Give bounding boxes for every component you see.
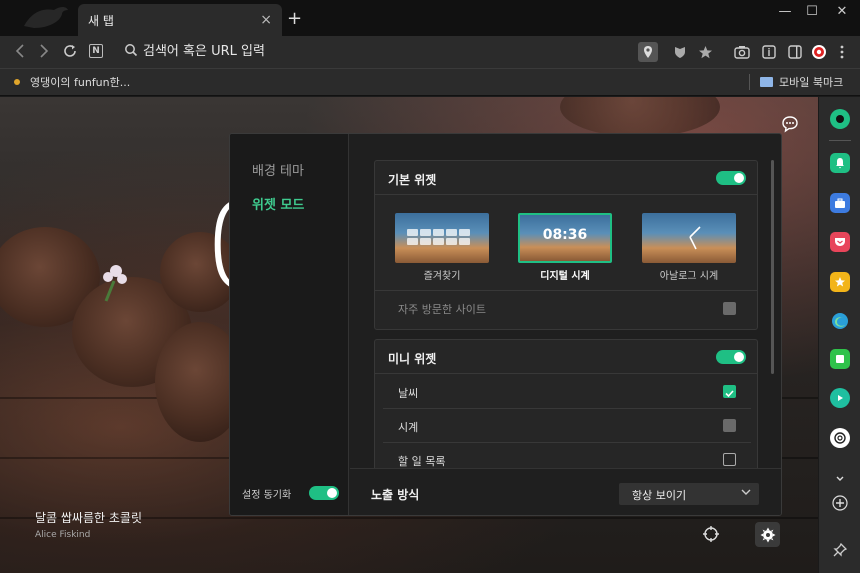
bookmark-label: 영댕이의 funfun한... <box>30 76 131 89</box>
expose-mode-select[interactable]: 항상 보이기 <box>619 483 759 505</box>
sync-label: 설정 동기화 <box>242 490 292 501</box>
flower-icon <box>103 265 127 302</box>
thumb-analog-clock[interactable] <box>642 213 736 263</box>
checkmark-icon <box>725 390 734 398</box>
camera-icon[interactable] <box>732 42 752 62</box>
thumb-digital-clock[interactable]: 08:36 <box>518 213 612 263</box>
muffin-image <box>560 97 720 137</box>
tab-new-tab[interactable]: 새 탭 × <box>78 4 282 36</box>
chevron-down-icon[interactable] <box>830 469 850 489</box>
briefcase-icon[interactable] <box>830 193 850 213</box>
photo-caption: 달콤 쌉싸름한 초콜릿 <box>35 511 142 525</box>
play-icon[interactable] <box>830 388 850 408</box>
bookmark-item[interactable]: 영댕이의 funfun한... <box>14 74 130 90</box>
mini-widget-row-weather: 날씨 <box>383 375 751 409</box>
pin-icon[interactable] <box>830 540 850 560</box>
clock-checkbox[interactable] <box>723 419 736 432</box>
location-pin-icon[interactable] <box>638 42 658 62</box>
gear-icon <box>760 527 775 542</box>
bird-logo-icon <box>24 7 68 28</box>
search-icon <box>125 44 138 57</box>
sidebar-toggle-icon[interactable] <box>785 42 805 62</box>
settings-scrollbar[interactable] <box>771 160 774 374</box>
favorites-grid-icon <box>407 229 470 245</box>
widget-settings-panel: 배경 테마 위젯 모드 설정 동기화 기본 위젯 즐겨찾기 08:36 디지털 … <box>229 133 782 516</box>
basic-widget-card: 기본 위젯 즐겨찾기 08:36 디지털 시계 아날로그 시계 자주 방문한 사… <box>374 160 758 330</box>
sidebar-divider <box>829 140 851 141</box>
browser-window: 새 탭 × + — ☐ ✕ N 검색어 혹은 URL 입력 영댕이의 funfu… <box>0 0 860 573</box>
expose-mode-label: 노출 방식 <box>371 488 420 502</box>
mobile-bookmarks-folder[interactable]: 모바일 북마크 <box>760 74 843 90</box>
chatgpt-icon[interactable] <box>830 428 850 448</box>
pocket-icon[interactable] <box>830 232 850 252</box>
basic-widget-title: 기본 위젯 <box>388 173 437 187</box>
menu-background-theme[interactable]: 배경 테마 <box>252 160 304 179</box>
mini-widget-title: 미니 위젯 <box>388 352 437 366</box>
mini-widget-toggle[interactable] <box>716 350 746 364</box>
forward-button[interactable] <box>34 41 54 61</box>
clock-label: 시계 <box>398 421 419 434</box>
close-window-button[interactable]: ✕ <box>827 2 857 22</box>
sync-toggle[interactable] <box>309 486 339 500</box>
mobile-bookmarks-label: 모바일 북마크 <box>779 76 844 89</box>
chat-bubble-icon[interactable] <box>781 115 799 137</box>
naver-green-icon[interactable] <box>830 109 850 129</box>
add-icon[interactable] <box>830 493 850 513</box>
alarm-icon[interactable] <box>830 153 850 173</box>
more-menu-icon[interactable] <box>832 42 852 62</box>
folder-icon <box>760 77 773 87</box>
mini-widget-row-clock: 시계 <box>383 409 751 443</box>
frequent-sites-label: 자주 방문한 사이트 <box>398 303 486 316</box>
mini-widget-header: 미니 위젯 <box>375 340 757 374</box>
n-badge-icon: N <box>89 44 103 58</box>
naver-home-button[interactable]: N <box>86 41 106 61</box>
thumb-digital-clock-label: 디지털 시계 <box>540 271 590 282</box>
tab-title: 새 탭 <box>88 13 114 28</box>
thumb-favorites-label: 즐겨찾기 <box>423 271 461 282</box>
maximize-button[interactable]: ☐ <box>797 2 827 22</box>
weather-checkbox[interactable] <box>723 385 736 398</box>
reload-button[interactable] <box>60 41 80 61</box>
profile-avatar-icon[interactable] <box>809 42 829 62</box>
frequent-sites-checkbox[interactable] <box>723 302 736 315</box>
chevron-down-icon <box>741 489 751 495</box>
star-icon[interactable] <box>830 272 850 292</box>
photo-credit: Alice Fiskind <box>35 530 91 540</box>
basic-widget-toggle[interactable] <box>716 171 746 185</box>
weather-label: 날씨 <box>398 387 419 400</box>
new-tab-button[interactable]: + <box>287 10 302 28</box>
edge-icon[interactable] <box>830 311 850 331</box>
basic-widget-header: 기본 위젯 <box>375 161 757 195</box>
bookmarks-bar: 영댕이의 funfun한... 모바일 북마크 <box>0 68 860 96</box>
title-bar: 새 탭 × + — ☐ ✕ <box>0 0 860 36</box>
back-button[interactable] <box>10 41 30 61</box>
right-sidebar <box>818 97 860 573</box>
frequent-sites-row: 자주 방문한 사이트 <box>375 290 757 327</box>
address-input[interactable] <box>143 41 623 61</box>
thumb-favorites[interactable] <box>395 213 489 263</box>
bookmark-divider <box>749 74 750 90</box>
settings-menu: 배경 테마 위젯 모드 설정 동기화 <box>230 134 349 515</box>
widget-settings-content: 기본 위젯 즐겨찾기 08:36 디지털 시계 아날로그 시계 자주 방문한 사… <box>350 134 781 468</box>
thumb-analog-clock-label: 아날로그 시계 <box>659 271 719 282</box>
shield-icon[interactable] <box>670 42 690 62</box>
settings-gear-button[interactable] <box>755 522 780 547</box>
info-panel-icon[interactable] <box>759 42 779 62</box>
green-square-icon[interactable] <box>830 349 850 369</box>
crosshair-icon[interactable] <box>702 525 720 547</box>
bookmark-star-icon[interactable] <box>695 42 715 62</box>
digital-clock-preview: 08:36 <box>542 227 588 243</box>
todo-checkbox[interactable] <box>723 453 736 466</box>
expose-mode-bar: 노출 방식 항상 보이기 <box>350 468 781 515</box>
analog-clock-hands-icon <box>689 226 701 250</box>
tab-close-icon[interactable]: × <box>260 12 272 28</box>
menu-widget-mode[interactable]: 위젯 모드 <box>252 194 304 213</box>
mini-widget-card: 미니 위젯 날씨 시계 할 일 목록 <box>374 339 758 468</box>
bookmark-dot-icon <box>14 79 20 85</box>
todo-label: 할 일 목록 <box>398 455 446 468</box>
mini-widget-row-todo: 할 일 목록 <box>383 443 751 468</box>
expose-mode-value: 항상 보이기 <box>632 489 687 502</box>
minimize-button[interactable]: — <box>770 2 800 22</box>
